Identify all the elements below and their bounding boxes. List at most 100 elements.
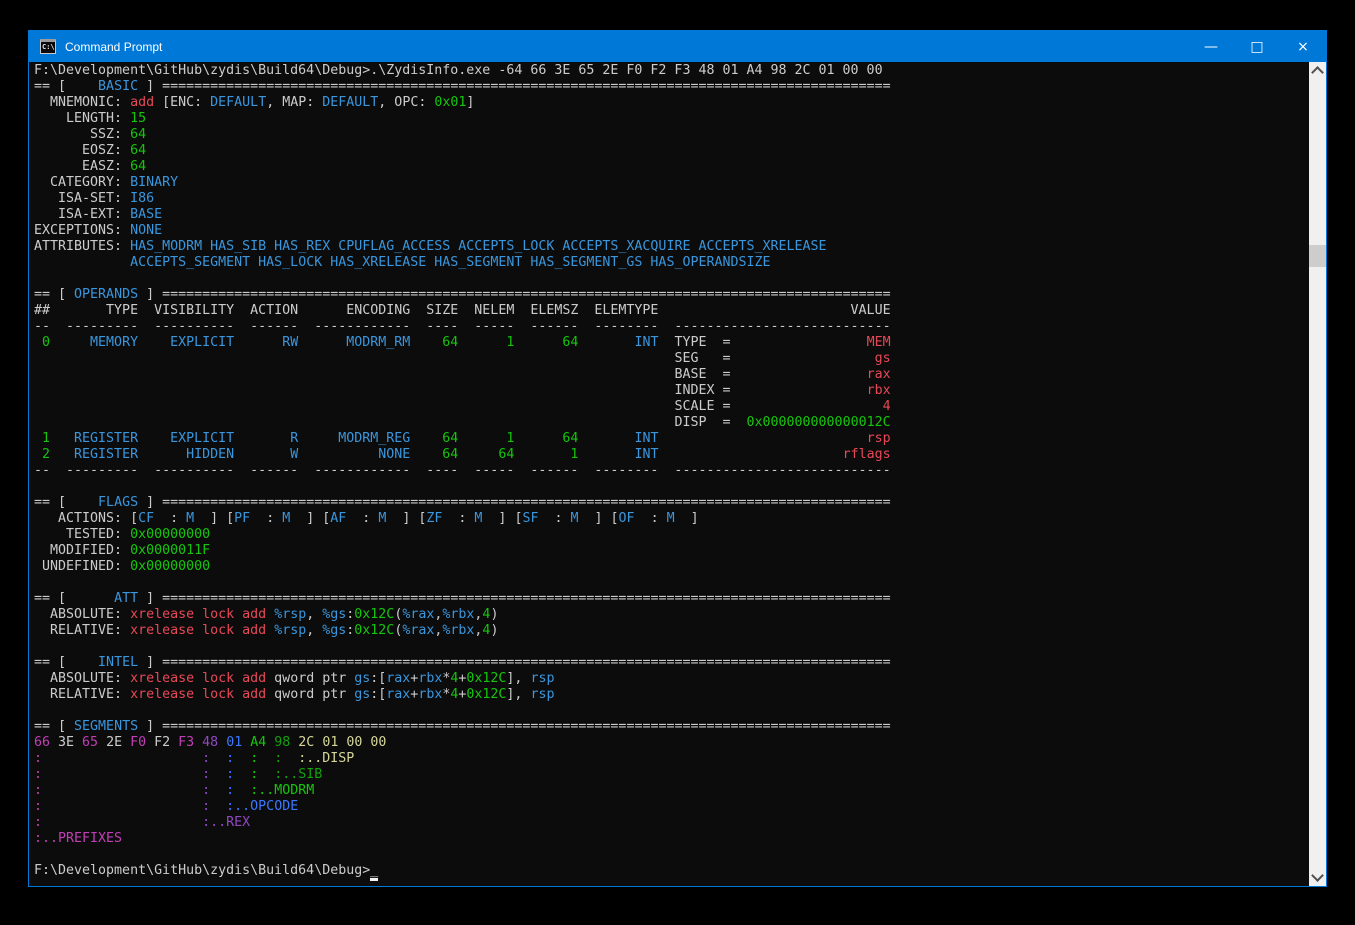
terminal-line: ACCEPTS_SEGMENT HAS_LOCK HAS_XRELEASE HA… (34, 255, 1309, 271)
console-area[interactable]: F:\Development\GitHub\zydis\Build64\Debu… (29, 62, 1326, 886)
terminal-text: M (186, 511, 194, 526)
terminal-line: == [ OPERANDS ] ========================… (34, 287, 1309, 303)
terminal-text: INT (578, 335, 658, 350)
terminal-text: EXCEPTIONS: (34, 223, 130, 238)
terminal-text: 48 (202, 735, 218, 750)
terminal-text: :..MODRM (250, 783, 314, 798)
terminal-text (34, 351, 674, 366)
minimize-button[interactable]: — (1188, 31, 1234, 62)
terminal-text: HIDDEN (138, 447, 234, 462)
terminal-text: CF (138, 511, 154, 526)
title-bar-left: C:\ Command Prompt (29, 31, 162, 62)
terminal-text: MODRM_REG (298, 431, 410, 446)
terminal-text: 0x000000000000012C (747, 415, 891, 430)
terminal-line: == [ ATT ] =============================… (34, 591, 1309, 607)
terminal-line: RELATIVE: xrelease lock add %rsp, %gs:0x… (34, 623, 1309, 639)
terminal-text: 1 (458, 431, 514, 446)
scrollbar-thumb[interactable] (1309, 245, 1326, 267)
terminal-text: EASZ: (34, 159, 130, 174)
terminal-text: rax (867, 367, 891, 382)
terminal-text: [ENC: (154, 95, 210, 110)
terminal-text: M (571, 511, 579, 526)
terminal-text: CATEGORY: (34, 175, 130, 190)
terminal-text: AF (330, 511, 346, 526)
terminal-text: : (538, 511, 570, 526)
terminal-text (34, 383, 674, 398)
terminal-text (658, 447, 842, 462)
terminal-text: rbx (418, 687, 442, 702)
terminal-text: 0x0000011F (130, 543, 210, 558)
terminal-text: SSZ: (34, 127, 130, 142)
terminal-text: ] (138, 655, 162, 670)
terminal-text: 0x00000000 (130, 527, 210, 542)
terminal-line: ABSOLUTE: xrelease lock add qword ptr gs… (34, 671, 1309, 687)
terminal-text: rsp (867, 431, 891, 446)
terminal-text: DEFAULT (322, 95, 378, 110)
terminal-text: %gs (322, 607, 346, 622)
terminal-text (218, 735, 226, 750)
terminal-text: :..REX (202, 815, 250, 830)
terminal-text: OPERANDS (66, 287, 138, 302)
scrollbar-up-button[interactable] (1309, 62, 1326, 79)
terminal-text: : (34, 767, 42, 782)
terminal-line: DISP = 0x000000000000012C (34, 415, 1309, 431)
terminal-text: ATT (66, 591, 138, 606)
terminal-line: : : : : :..SIB (34, 767, 1309, 783)
terminal-text: 2E (98, 735, 130, 750)
terminal-text: ISA-SET: (34, 191, 130, 206)
terminal-text: add (130, 95, 154, 110)
terminal-text: , MAP: (266, 95, 322, 110)
terminal-line: EASZ: 64 (34, 159, 1309, 175)
scrollbar-down-button[interactable] (1309, 869, 1326, 886)
terminal-text: ] (138, 495, 162, 510)
terminal-line: SEG = gs (34, 351, 1309, 367)
scrollbar[interactable] (1309, 62, 1326, 886)
maximize-button[interactable]: □ (1234, 31, 1280, 62)
terminal-text (234, 767, 250, 782)
terminal-text: ========================================… (162, 719, 891, 734)
terminal-line: ISA-EXT: BASE (34, 207, 1309, 223)
terminal-text: rflags (843, 447, 891, 462)
terminal-text: ] [ (482, 511, 522, 526)
terminal-text: %rsp (274, 607, 306, 622)
terminal-text: SEG = (674, 351, 874, 366)
terminal-text: rbx (867, 383, 891, 398)
terminal-line: ABSOLUTE: xrelease lock add %rsp, %gs:0x… (34, 607, 1309, 623)
terminal-text: 1 (514, 447, 578, 462)
terminal-text: qword ptr (266, 671, 354, 686)
terminal-line (34, 847, 1309, 863)
terminal-text (210, 799, 226, 814)
terminal-text: ] [ (194, 511, 234, 526)
terminal-text: ] (138, 719, 162, 734)
terminal-line (34, 575, 1309, 591)
terminal-text (42, 815, 202, 830)
terminal-text (34, 255, 130, 270)
window-controls: — □ × (1188, 31, 1326, 62)
terminal-text: ], (506, 687, 530, 702)
terminal-line: RELATIVE: xrelease lock add qword ptr gs… (34, 687, 1309, 703)
terminal-text: ) (490, 607, 498, 622)
terminal-line: == [ SEGMENTS ] ========================… (34, 719, 1309, 735)
title-bar[interactable]: C:\ Command Prompt — □ × (29, 31, 1326, 62)
terminal-text: 64 (410, 447, 458, 462)
terminal-text: 3E (50, 735, 82, 750)
terminal-text: I86 (130, 191, 154, 206)
terminal-text: xrelease lock add (130, 623, 266, 638)
terminal-text: %rbx (442, 623, 474, 638)
chevron-down-icon (1311, 869, 1324, 882)
terminal-text: : (34, 751, 42, 766)
minimize-icon: — (1204, 39, 1218, 55)
terminal-text: M (667, 511, 675, 526)
terminal-line: :..PREFIXES (34, 831, 1309, 847)
close-button[interactable]: × (1280, 31, 1326, 62)
terminal-line (34, 479, 1309, 495)
terminal-text: 64 (514, 335, 578, 350)
terminal-text: DEFAULT (210, 95, 266, 110)
terminal-line (34, 703, 1309, 719)
chevron-up-icon (1311, 66, 1324, 79)
terminal-text: 64 (410, 335, 458, 350)
terminal-text: ZF (426, 511, 442, 526)
terminal-text: == [ (34, 287, 66, 302)
terminal-text: 01 (226, 735, 242, 750)
terminal-text: INTEL (66, 655, 138, 670)
